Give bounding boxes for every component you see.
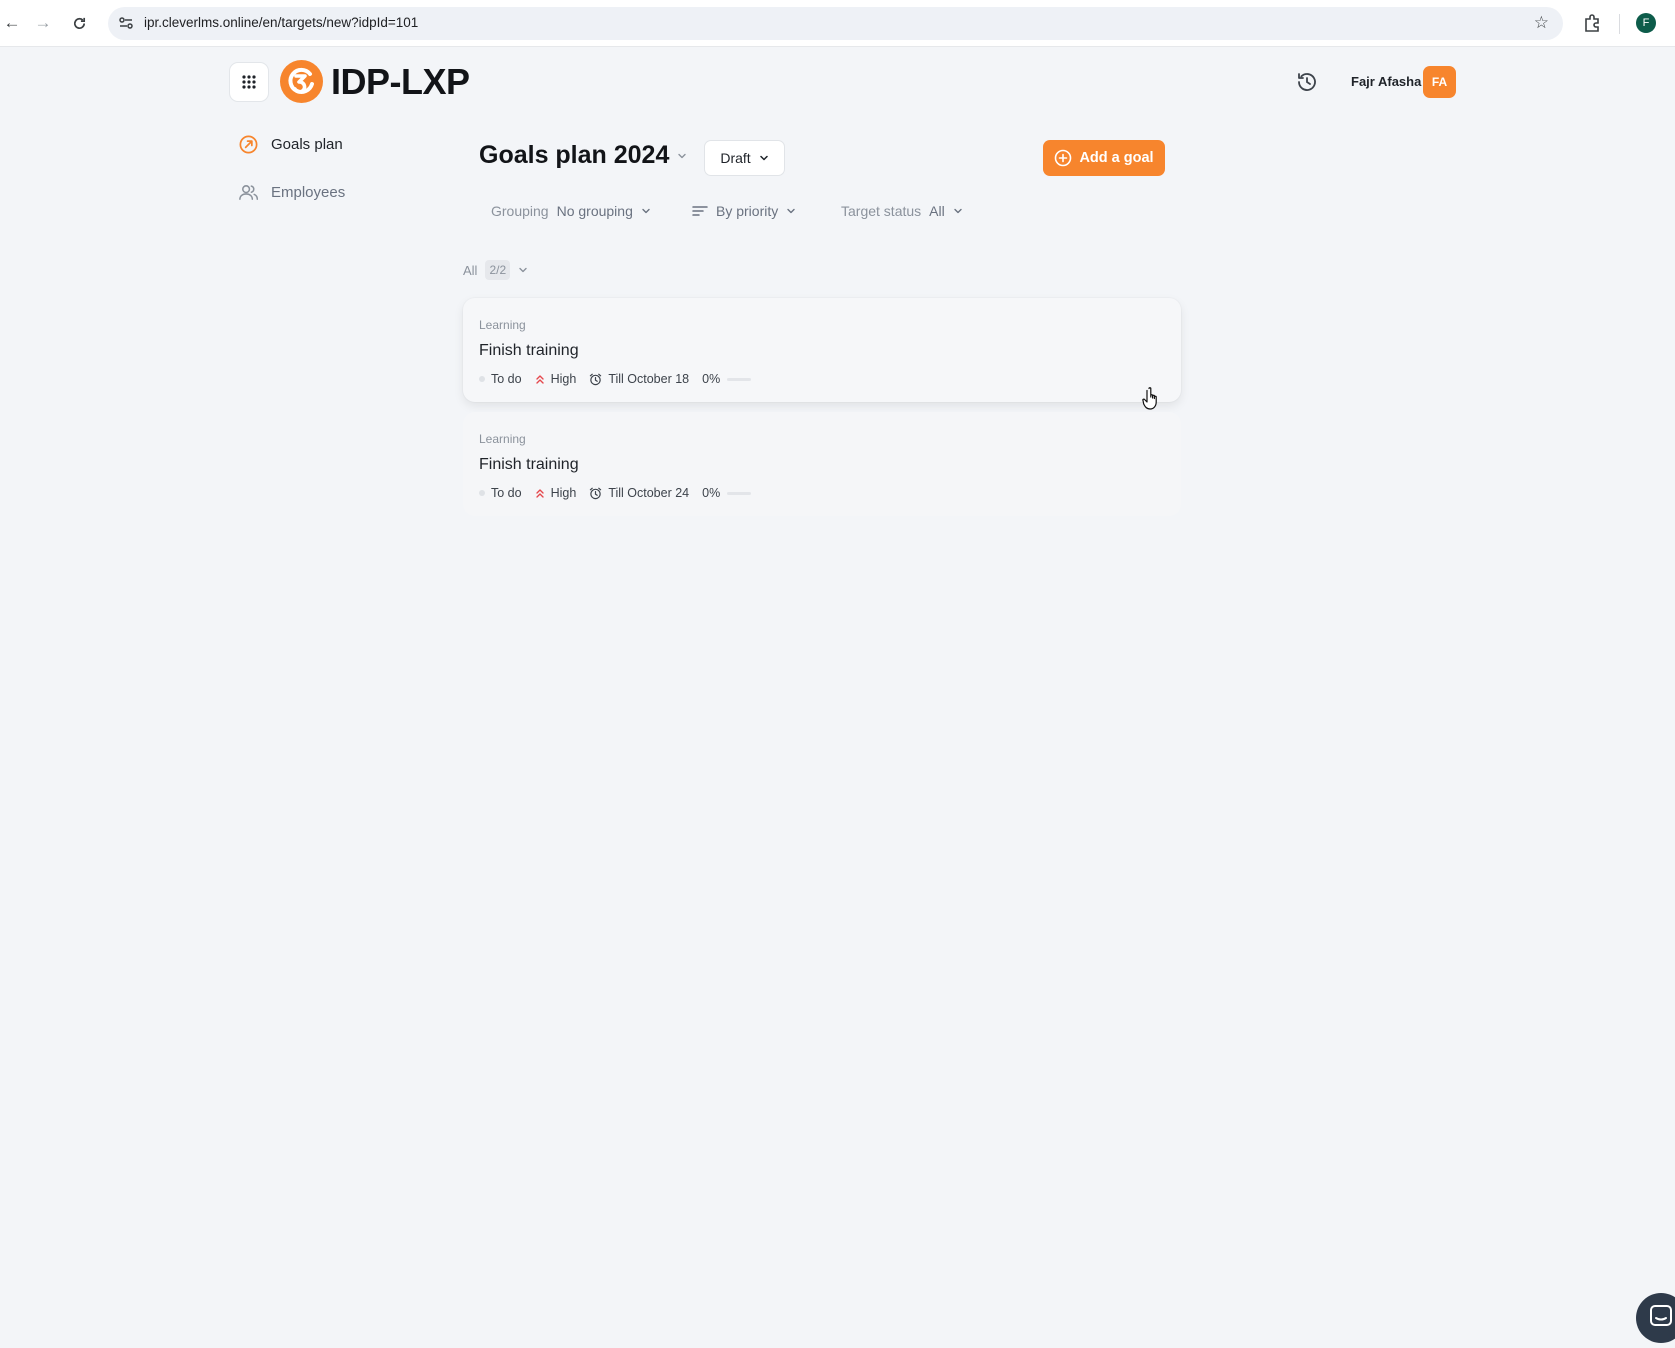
plus-circle-icon [1055,149,1072,167]
goal-priority-text: High [550,486,577,500]
plan-status-value: Draft [720,150,751,166]
sort-icon [692,206,708,216]
address-bar[interactable]: ipr.cleverlms.online/en/targets/new?idpI… [108,7,1563,40]
status-dot-icon [479,490,485,496]
user-name[interactable]: Fajr Afasha [1351,74,1421,89]
status-dot-icon [479,376,485,382]
target-status-filter[interactable]: Target status All [841,203,963,219]
goal-meta: To do High Till October 18 0% [479,372,752,386]
add-goal-button[interactable]: Add a goal [1043,140,1165,176]
goal-category: Learning [479,318,526,332]
bookmark-star-icon[interactable]: ☆ [1534,13,1549,33]
goals-count-toggle[interactable]: All 2/2 [463,260,528,280]
target-status-label: Target status [841,203,922,219]
sidebar-item-label: Employees [271,183,346,201]
goal-progress: 0% [702,486,720,500]
goal-progress-text: 0% [702,372,721,386]
support-chat-button[interactable] [1636,1293,1675,1343]
count-label: All [463,262,478,278]
plan-status-dropdown[interactable]: Draft [704,140,785,176]
chevron-down-icon [642,208,650,214]
goal-deadline: Till October 18 [589,372,689,386]
goal-priority: High [535,486,577,500]
goal-status: To do [479,486,522,500]
goal-status-text: To do [491,486,522,500]
browser-toolbar: ← → ipr.cleverlms.online/en/targets/new?… [0,0,1675,47]
grouping-filter[interactable]: Grouping No grouping [491,203,651,219]
goal-card[interactable]: Learning Finish training To do High Till… [463,298,1181,402]
goal-status: To do [479,372,522,386]
alarm-clock-icon [590,373,602,385]
sidebar-item-goals-plan[interactable]: Goals plan [238,132,343,156]
users-icon [239,184,259,200]
hand-cursor-icon [1142,387,1157,410]
goal-deadline: Till October 24 [589,486,689,500]
grouping-label: Grouping [491,203,549,219]
priority-high-icon [535,489,544,498]
chevron-down-icon [759,155,768,161]
chevron-down-icon [787,208,795,214]
chevron-down-icon [678,153,687,158]
alarm-clock-icon [590,487,602,499]
grouping-value: No grouping [556,203,633,219]
page-title: Goals plan 2024 [479,141,670,169]
site-settings-icon[interactable] [118,15,134,31]
sort-filter[interactable]: By priority [692,203,796,219]
goal-priority: High [535,372,577,386]
goal-status-text: To do [491,372,522,386]
history-icon[interactable] [1295,70,1319,94]
user-avatar[interactable]: FA [1423,66,1456,98]
grid-icon [242,75,256,89]
sidebar-item-label: Goals plan [271,135,343,153]
progress-bar [727,377,752,381]
extensions-icon[interactable] [1582,13,1602,33]
goal-progress: 0% [702,372,720,386]
goal-progress-text: 0% [702,486,721,500]
add-goal-label: Add a goal [1079,150,1154,166]
sort-value: By priority [716,203,779,219]
apps-menu-button[interactable] [229,62,269,102]
toolbar-divider [1619,14,1620,34]
chevron-down-icon [519,267,527,273]
back-icon[interactable]: ← [0,11,24,35]
goal-deadline-text: Till October 18 [608,372,690,386]
priority-high-icon [535,375,544,384]
goal-card[interactable]: Learning Finish training To do High Till… [463,412,1181,516]
count-badge: 2/2 [485,260,511,280]
browser-profile-avatar[interactable]: F [1636,13,1656,33]
progress-bar [727,491,752,495]
goal-deadline-text: Till October 24 [608,486,690,500]
brand-name[interactable]: IDP-LXP [331,60,470,103]
goals-icon [239,135,258,153]
goal-meta: To do High Till October 24 0% [479,486,752,500]
reload-icon[interactable] [67,11,91,35]
goal-priority-text: High [550,372,577,386]
brand-logo-icon[interactable] [280,60,323,103]
chat-icon [1650,1305,1672,1326]
goal-title: Finish training [479,342,579,359]
target-status-value: All [929,203,945,219]
chevron-down-icon [954,208,962,214]
plan-title-dropdown[interactable]: Goals plan 2024 [479,141,687,170]
forward-icon[interactable]: → [31,11,55,35]
goal-category: Learning [479,432,526,446]
goal-title: Finish training [479,456,579,473]
sidebar-item-employees[interactable]: Employees [238,180,345,204]
url-text: ipr.cleverlms.online/en/targets/new?idpI… [144,15,419,30]
